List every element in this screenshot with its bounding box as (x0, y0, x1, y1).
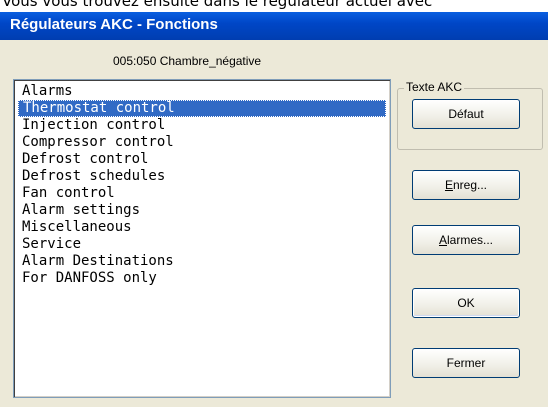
list-item-alarm-settings[interactable]: Alarm settings (18, 202, 386, 219)
alarms-accel-key: A (438, 233, 447, 247)
background-caption: Vous vous trouvez ensuite dans le régula… (0, 0, 548, 12)
alarms-label: larmes... (447, 233, 494, 247)
window-title: Régulateurs AKC - Fonctions (10, 16, 218, 33)
save-label: nreg... (452, 178, 488, 192)
list-item-defrost-schedules[interactable]: Defrost schedules (18, 168, 386, 185)
list-item-miscellaneous[interactable]: Miscellaneous (18, 219, 386, 236)
list-item-thermostat-control[interactable]: Thermostat control (18, 100, 386, 117)
list-item-compressor-control[interactable]: Compressor control (18, 134, 386, 151)
list-item-for-danfoss-only[interactable]: For DANFOSS only (18, 270, 386, 287)
caption-text: Vous vous trouvez ensuite dans le régula… (2, 0, 433, 10)
list-item-service[interactable]: Service (18, 236, 386, 253)
default-button[interactable]: Défaut (412, 99, 520, 129)
list-item-fan-control[interactable]: Fan control (18, 185, 386, 202)
alarms-button[interactable]: Alarmes... (412, 225, 520, 255)
list-item-defrost-control[interactable]: Defrost control (18, 151, 386, 168)
controller-path-label: 005:050 Chambre_négative (113, 54, 262, 68)
title-bar[interactable]: Régulateurs AKC - Fonctions (0, 12, 548, 40)
functions-list[interactable]: Alarms Thermostat control Injection cont… (13, 79, 391, 398)
dialog-window: Régulateurs AKC - Fonctions 005:050 Cham… (0, 12, 548, 407)
close-button[interactable]: Fermer (412, 348, 520, 378)
list-item-alarms[interactable]: Alarms (18, 83, 386, 100)
akc-text-group-label: Texte AKC (404, 80, 465, 94)
save-button[interactable]: Enreg... (412, 170, 520, 200)
ok-button[interactable]: OK (412, 288, 520, 318)
save-accel-key: E (444, 178, 453, 192)
list-item-alarm-destinations[interactable]: Alarm Destinations (18, 253, 386, 270)
list-item-injection-control[interactable]: Injection control (18, 117, 386, 134)
